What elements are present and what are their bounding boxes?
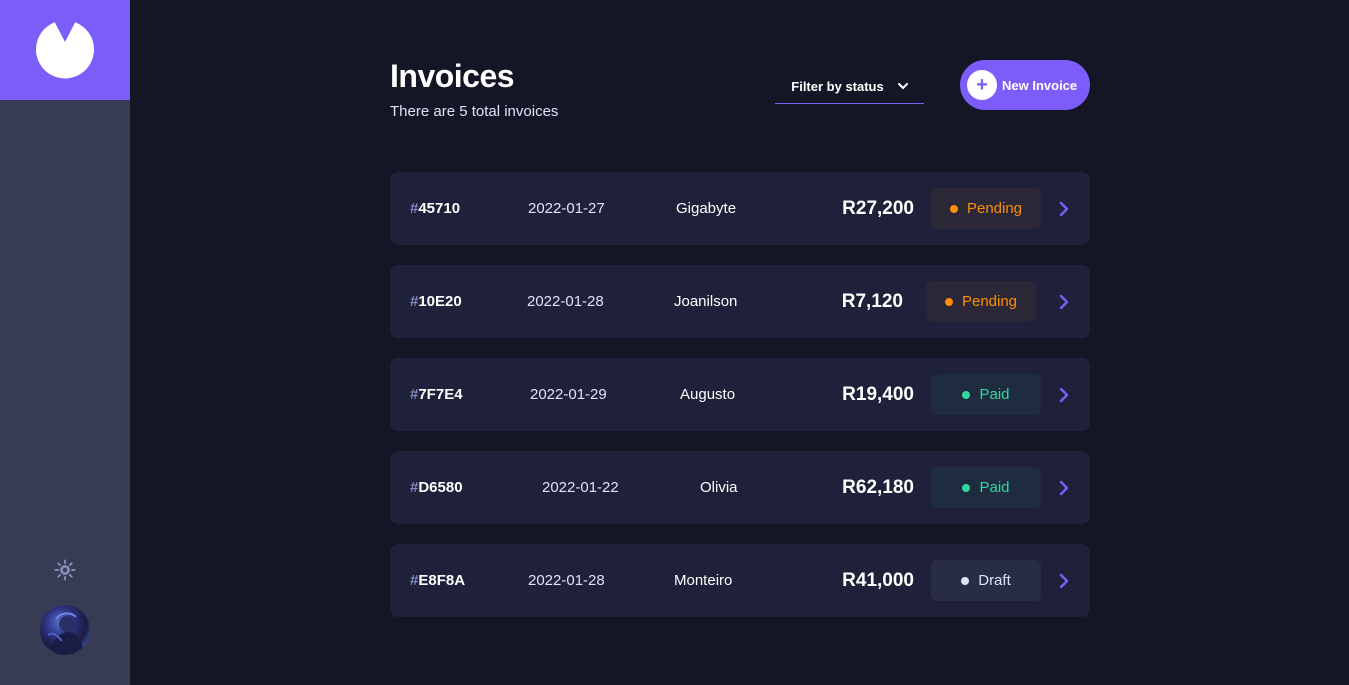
invoice-client: Gigabyte	[676, 200, 737, 217]
chevron-down-icon	[897, 83, 908, 90]
invoice-row[interactable]: #45710 2022-01-27 Gigabyte R27,200 Pending	[390, 172, 1090, 245]
invoice-id: #10E20	[410, 265, 462, 338]
invoice-row[interactable]: # D6580 2022-01-22 Olivia R62,180 Paid	[390, 451, 1090, 524]
invoice-date: 2022-01-28	[527, 293, 604, 310]
filter-by-status-dropdown[interactable]: Filter by status	[775, 70, 924, 104]
status-badge: Paid	[931, 374, 1041, 415]
invoice-id: # E8F8A	[410, 544, 465, 617]
invoice-id: #45710	[410, 172, 460, 245]
invoice-id-value: 45710	[418, 200, 461, 217]
invoice-date: 2022-01-22	[542, 479, 619, 496]
hash-symbol: #	[410, 386, 419, 403]
invoice-amount: R27,200	[842, 197, 914, 219]
invoice-row[interactable]: #10E20 2022-01-28 Joanilson R7,120 Pending	[390, 265, 1090, 338]
new-invoice-button[interactable]: + New Invoice	[960, 60, 1090, 110]
status-dot-icon	[944, 297, 953, 306]
hash-symbol: #	[410, 572, 419, 589]
invoice-date: 2022-01-28	[528, 572, 605, 589]
invoice-amount: R19,400	[842, 383, 914, 405]
status-label: Paid	[979, 386, 1010, 403]
status-dot-icon	[962, 483, 971, 492]
status-label: Pending	[961, 293, 1018, 310]
invoice-row[interactable]: #7F7E4 2022-01-29 Augusto R19,400 Paid	[390, 358, 1090, 431]
invoice-date: 2022-01-27	[528, 200, 605, 217]
status-dot-icon	[962, 390, 971, 399]
invoice-client: Olivia	[700, 479, 738, 496]
avatar[interactable]	[40, 605, 90, 655]
invoice-amount: R7,120	[841, 290, 903, 312]
invoice-count: There are 5 total invoices	[390, 103, 559, 120]
status-label: Pending	[966, 200, 1023, 217]
chevron-right-icon[interactable]	[1058, 387, 1070, 403]
status-dot-icon	[961, 576, 970, 585]
logo-icon	[36, 22, 95, 79]
status-dot-icon	[949, 204, 958, 213]
invoice-id-value: E8F8A	[418, 572, 466, 589]
logo[interactable]	[0, 0, 130, 100]
plus-icon: +	[967, 70, 997, 100]
sun-icon	[54, 559, 76, 581]
chevron-right-icon[interactable]	[1058, 480, 1070, 496]
invoice-client: Joanilson	[674, 293, 738, 310]
status-label: Paid	[979, 479, 1010, 496]
hash-symbol: #	[410, 479, 419, 496]
status-badge: Pending	[926, 281, 1036, 322]
status-badge: Paid	[931, 467, 1041, 508]
invoice-amount: R62,180	[842, 476, 914, 498]
invoice-id-value: D6580	[418, 479, 463, 496]
invoice-row[interactable]: # E8F8A 2022-01-28 Monteiro R41,000 Draft	[390, 544, 1090, 617]
status-badge: Pending	[931, 188, 1041, 229]
page-title: Invoices	[390, 58, 515, 94]
hash-symbol: #	[410, 200, 419, 217]
new-invoice-label: New Invoice	[1002, 77, 1078, 93]
invoice-client: Augusto	[680, 386, 736, 403]
chevron-right-icon[interactable]	[1058, 573, 1070, 589]
theme-toggle-button[interactable]	[53, 558, 77, 582]
status-label: Draft	[978, 572, 1011, 589]
invoice-list: #45710 2022-01-27 Gigabyte R27,200 Pending #1…	[390, 172, 1090, 637]
invoice-id: #7F7E4	[410, 358, 463, 431]
invoice-amount: R41,000	[842, 569, 914, 591]
status-badge: Draft	[931, 560, 1041, 601]
invoice-client: Monteiro	[674, 572, 733, 589]
invoice-id: # D6580	[410, 451, 463, 524]
avatar-image	[47, 612, 84, 655]
filter-label: Filter by status	[791, 79, 884, 94]
chevron-right-icon[interactable]	[1058, 294, 1070, 310]
hash-symbol: #	[410, 293, 419, 310]
chevron-right-icon[interactable]	[1058, 201, 1070, 217]
invoice-id-value: 7F7E4	[418, 386, 463, 403]
sidebar	[0, 0, 130, 685]
invoice-date: 2022-01-29	[530, 386, 607, 403]
invoice-id-value: 10E20	[418, 293, 462, 310]
